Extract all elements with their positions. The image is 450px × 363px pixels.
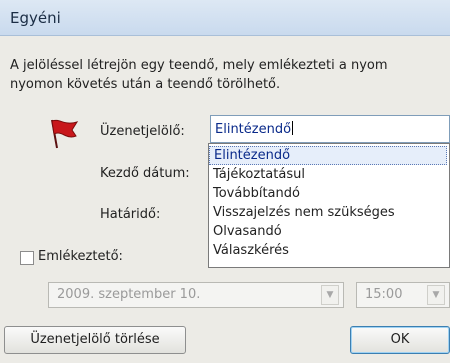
description-line-2: nyomon követés után a teendő törölhető. — [10, 77, 281, 92]
start-date-label: Kezdő dátum: — [100, 166, 190, 181]
chevron-down-icon[interactable]: ▼ — [427, 285, 445, 305]
flag-to-input[interactable]: Elintézendő — [210, 115, 450, 143]
reminder-date-value: 2009. szeptember 10. — [57, 287, 201, 302]
dialog-titlebar: Egyéni — [0, 0, 450, 36]
dropdown-item-follow-up[interactable]: Elintézendő — [209, 146, 447, 165]
dropdown-item-no-response-necessary[interactable]: Visszajelzés nem szükséges — [209, 203, 449, 222]
dialog-description: A jelöléssel létrejön egy teendő, mely e… — [10, 56, 450, 94]
reminder-checkbox[interactable] — [20, 251, 34, 265]
red-flag-icon — [51, 119, 79, 149]
clear-flag-button[interactable]: Üzenetjelölő törlése — [4, 326, 186, 354]
dialog-title: Egyéni — [10, 9, 61, 27]
flag-to-value: Elintézendő — [215, 122, 292, 137]
dropdown-item-reply[interactable]: Válaszkérés — [209, 241, 449, 260]
ok-button[interactable]: OK — [350, 326, 450, 354]
flag-to-label: Üzenetjelölő: — [100, 124, 185, 139]
flag-dropdown-list[interactable]: Elintézendő Tájékoztatásul Továbbítandó … — [208, 143, 450, 268]
dropdown-item-forward[interactable]: Továbbítandó — [209, 184, 449, 203]
reminder-time-value: 15:00 — [365, 287, 403, 302]
dropdown-item-for-your-information[interactable]: Tájékoztatásul — [209, 165, 449, 184]
reminder-date-select[interactable]: 2009. szeptember 10. ▼ — [48, 282, 344, 308]
reminder-time-select[interactable]: 15:00 ▼ — [356, 282, 450, 308]
description-line-1: A jelöléssel létrejön egy teendő, mely e… — [10, 58, 388, 73]
text-caret — [292, 121, 294, 135]
reminder-label: Emlékeztető: — [38, 249, 123, 264]
chevron-down-icon[interactable]: ▼ — [321, 285, 339, 305]
due-date-label: Határidő: — [100, 207, 161, 222]
dropdown-item-read[interactable]: Olvasandó — [209, 222, 449, 241]
